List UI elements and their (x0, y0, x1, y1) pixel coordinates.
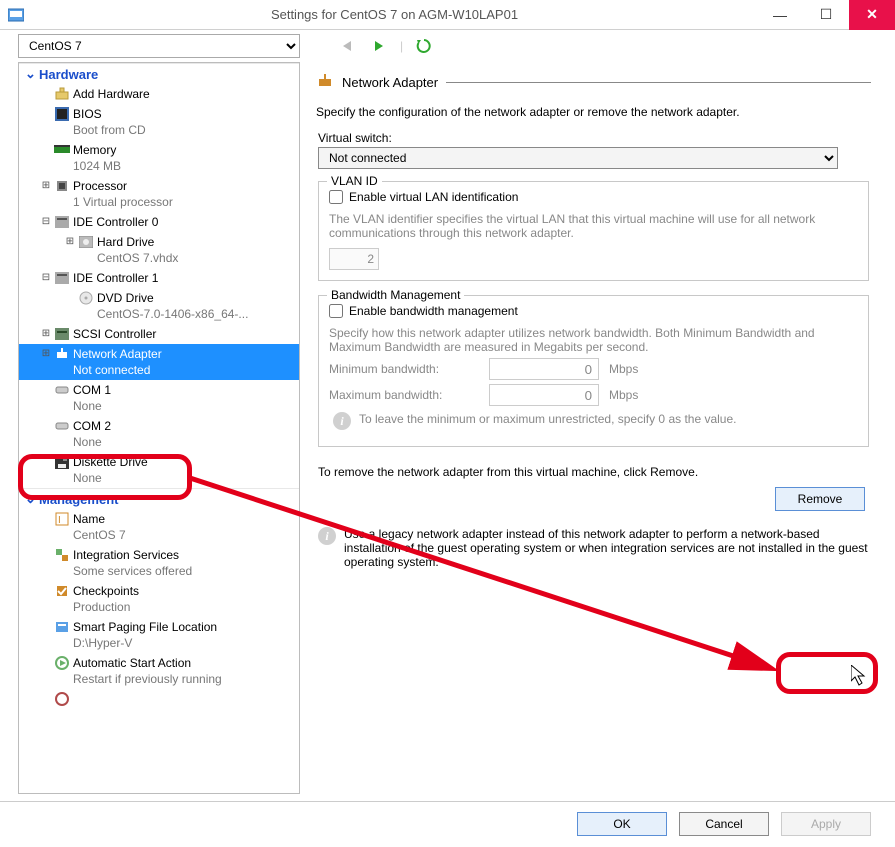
bandwidth-enable-checkbox[interactable] (329, 304, 343, 318)
serial-port-icon (53, 382, 71, 398)
tree-ide1[interactable]: ⊟ IDE Controller 1 (19, 268, 299, 288)
legacy-adapter-note: Use a legacy network adapter instead of … (344, 527, 869, 569)
ok-button[interactable]: OK (577, 812, 667, 836)
disk-icon (77, 234, 95, 250)
apply-button[interactable]: Apply (781, 812, 871, 836)
vlan-legend: VLAN ID (327, 174, 382, 188)
autostart-icon (53, 655, 71, 671)
maximize-button[interactable]: ☐ (803, 0, 849, 30)
app-icon (8, 7, 24, 23)
bios-icon (53, 106, 71, 122)
min-bandwidth-input[interactable] (489, 358, 599, 380)
virtual-switch-label: Virtual switch: (318, 131, 869, 145)
bandwidth-groupbox: Bandwidth Management Enable bandwidth ma… (318, 295, 869, 447)
network-icon (53, 346, 71, 362)
bandwidth-legend: Bandwidth Management (327, 288, 464, 302)
refresh-icon[interactable] (413, 35, 435, 57)
section-hardware[interactable]: ⌄Hardware (19, 63, 299, 84)
add-hardware-icon (53, 86, 71, 102)
memory-icon (53, 142, 71, 158)
checkpoint-icon (53, 583, 71, 599)
min-bandwidth-label: Minimum bandwidth: (329, 362, 479, 376)
tree-autostart[interactable]: Automatic Start ActionRestart if previou… (19, 653, 299, 689)
nav-back-icon[interactable] (336, 35, 358, 57)
bandwidth-desc: Specify how this network adapter utilize… (329, 326, 858, 354)
tree-ide0[interactable]: ⊟ IDE Controller 0 (19, 212, 299, 232)
max-bandwidth-label: Maximum bandwidth: (329, 388, 479, 402)
controller-icon (53, 214, 71, 230)
tree-name[interactable]: I NameCentOS 7 (19, 509, 299, 545)
section-management[interactable]: ⌄Management (19, 488, 299, 509)
vlan-id-input[interactable] (329, 248, 379, 270)
tree-checkpoints[interactable]: CheckpointsProduction (19, 581, 299, 617)
info-icon: i (318, 527, 336, 545)
tree-scsi[interactable]: ⊞ SCSI Controller (19, 324, 299, 344)
virtual-switch-select[interactable]: Not connected (318, 147, 838, 169)
dialog-footer: OK Cancel Apply (0, 801, 895, 847)
max-bandwidth-input[interactable] (489, 384, 599, 406)
network-icon (316, 72, 334, 93)
toolbar: CentOS 7 | (0, 30, 895, 62)
vlan-enable-label: Enable virtual LAN identification (349, 190, 518, 204)
tree-com2[interactable]: COM 2None (19, 416, 299, 452)
close-button[interactable]: ✕ (849, 0, 895, 30)
bandwidth-note: To leave the minimum or maximum unrestri… (359, 412, 736, 426)
tree-add-hardware[interactable]: Add Hardware (19, 84, 299, 104)
tree-processor[interactable]: ⊞ Processor1 Virtual processor (19, 176, 299, 212)
bandwidth-enable-label: Enable bandwidth management (349, 304, 518, 318)
min-bandwidth-unit: Mbps (609, 362, 638, 376)
vlan-enable-checkbox[interactable] (329, 190, 343, 204)
processor-icon (53, 178, 71, 194)
titlebar: Settings for CentOS 7 on AGM-W10LAP01 — … (0, 0, 895, 30)
minimize-button[interactable]: — (757, 0, 803, 30)
vlan-groupbox: VLAN ID Enable virtual LAN identificatio… (318, 181, 869, 281)
nav-forward-icon[interactable] (368, 35, 390, 57)
name-icon: I (53, 511, 71, 527)
tree-diskette[interactable]: Diskette DriveNone (19, 452, 299, 488)
autostop-icon (53, 691, 71, 707)
svg-text:I: I (58, 515, 61, 526)
dvd-icon (77, 290, 95, 306)
tree-item-cutoff[interactable] (19, 689, 299, 707)
controller-icon (53, 270, 71, 286)
tree-bios[interactable]: BIOSBoot from CD (19, 104, 299, 140)
tree-dvd-drive[interactable]: DVD DriveCentOS-7.0-1406-x86_64-... (19, 288, 299, 324)
tree-com1[interactable]: COM 1None (19, 380, 299, 416)
info-icon: i (333, 412, 351, 430)
floppy-icon (53, 454, 71, 470)
remove-text: To remove the network adapter from this … (318, 465, 869, 479)
cursor-icon (851, 665, 869, 687)
panel-title: Network Adapter (342, 75, 438, 90)
serial-port-icon (53, 418, 71, 434)
tree-paging[interactable]: Smart Paging File LocationD:\Hyper-V (19, 617, 299, 653)
tree-integration[interactable]: Integration ServicesSome services offere… (19, 545, 299, 581)
vm-selector[interactable]: CentOS 7 (18, 34, 300, 58)
max-bandwidth-unit: Mbps (609, 388, 638, 402)
paging-icon (53, 619, 71, 635)
tree-network-adapter[interactable]: ⊞ Network AdapterNot connected (19, 344, 299, 380)
tree-memory[interactable]: Memory1024 MB (19, 140, 299, 176)
vlan-desc: The VLAN identifier specifies the virtua… (329, 212, 858, 240)
settings-detail-panel: Network Adapter Specify the configuratio… (310, 62, 877, 794)
window-title: Settings for CentOS 7 on AGM-W10LAP01 (32, 7, 757, 22)
integration-icon (53, 547, 71, 563)
tree-hard-drive[interactable]: ⊞ Hard DriveCentOS 7.vhdx (19, 232, 299, 268)
cancel-button[interactable]: Cancel (679, 812, 769, 836)
remove-button[interactable]: Remove (775, 487, 865, 511)
settings-tree: ⌄Hardware Add Hardware BIOSBoot from CD … (18, 62, 300, 794)
panel-description: Specify the configuration of the network… (314, 101, 873, 123)
scsi-icon (53, 326, 71, 342)
